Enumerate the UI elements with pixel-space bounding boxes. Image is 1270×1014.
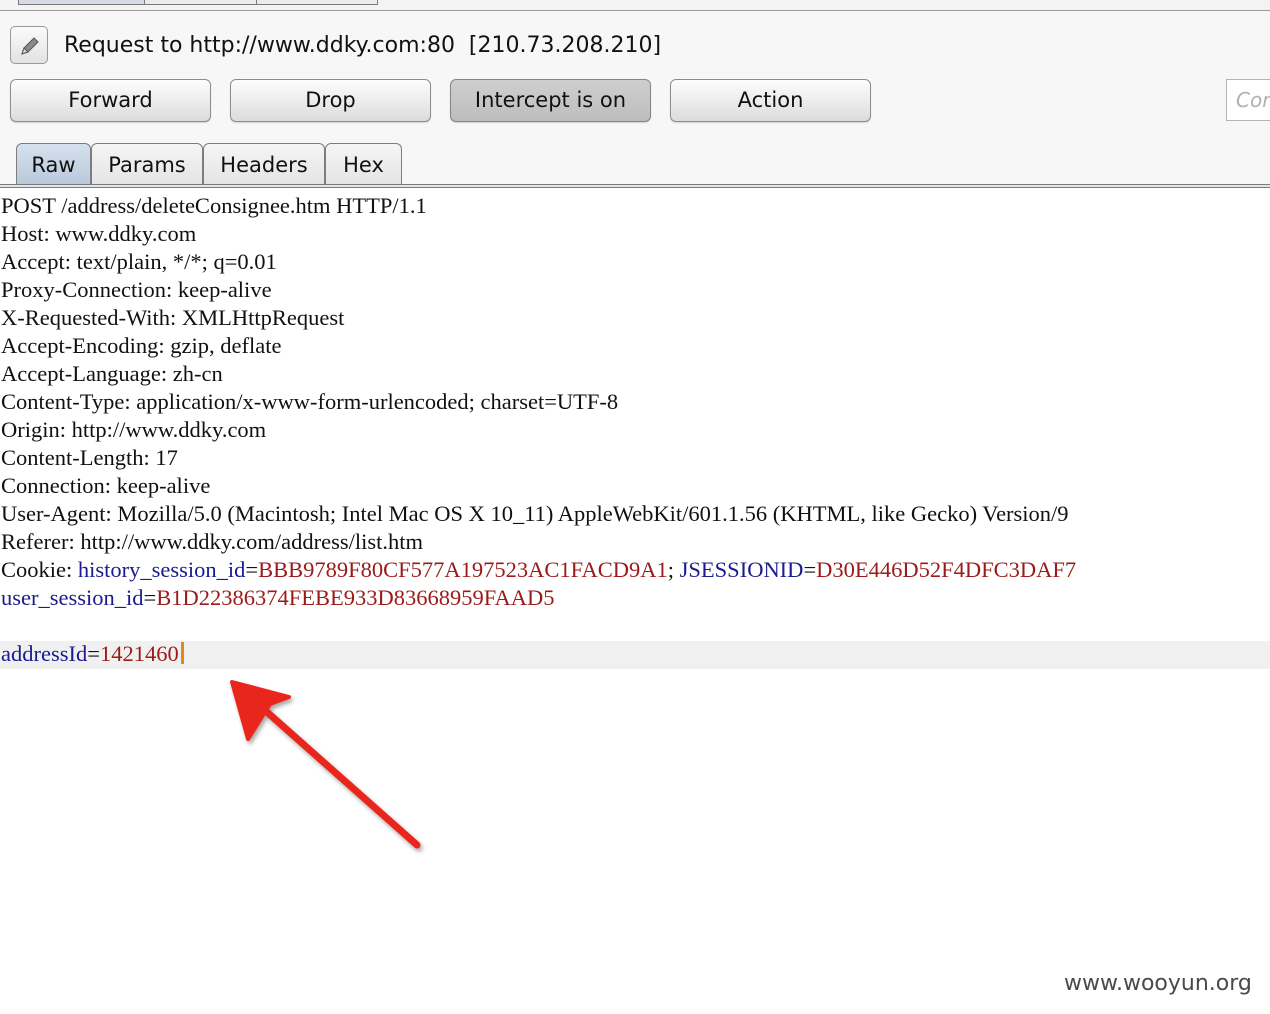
pencil-icon — [21, 37, 39, 55]
cookie-value-history-session-id: BBB9789F80CF577A197523AC1FACD9A1 — [258, 557, 668, 582]
request-line: POST /address/deleteConsignee.htm HTTP/1… — [1, 193, 427, 218]
cookie-label: Cookie: — [1, 557, 78, 582]
body-param-key: addressId — [1, 641, 88, 666]
top-tab-history[interactable] — [144, 0, 258, 5]
tab-raw[interactable]: Raw — [16, 143, 91, 185]
header-referer: Referer: http://www.ddky.com/address/lis… — [1, 529, 424, 554]
cookie-key-jsessionid: JSESSIONID — [679, 557, 804, 582]
watermark-text: www.wooyun.org — [1064, 971, 1252, 996]
header-host: Host: www.ddky.com — [1, 221, 197, 246]
top-tab-strip — [0, 0, 1270, 11]
edit-request-button[interactable] — [10, 26, 48, 64]
action-button[interactable]: Action — [670, 79, 871, 122]
header-accept: Accept: text/plain, */*; q=0.01 — [1, 249, 277, 274]
cookie-continuation: user_session_id=B1D22386374FEBE933D83668… — [1, 585, 555, 610]
header-accept-encoding: Accept-Encoding: gzip, deflate — [1, 333, 282, 358]
body-param-value: 1421460 — [99, 641, 179, 666]
header-x-requested-with: X-Requested-With: XMLHttpRequest — [1, 305, 345, 330]
header-accept-language: Accept-Language: zh-cn — [1, 361, 223, 386]
header-connection: Connection: keep-alive — [1, 473, 211, 498]
header-cookie: Cookie: history_session_id=BBB9789F80CF5… — [1, 557, 1077, 582]
comment-input[interactable]: Comment this item — [1226, 79, 1270, 121]
raw-request-editor[interactable]: POST /address/deleteConsignee.htm HTTP/1… — [0, 192, 1270, 1014]
cookie-key-history-session-id: history_session_id — [77, 557, 246, 582]
header-content-type: Content-Type: application/x-www-form-url… — [1, 389, 619, 414]
top-tab-options[interactable] — [256, 0, 378, 5]
tab-hex[interactable]: Hex — [325, 143, 402, 185]
tab-divider — [0, 184, 1270, 188]
header-content-length: Content-Length: 17 — [1, 445, 178, 470]
header-proxy-connection: Proxy-Connection: keep-alive — [1, 277, 272, 302]
current-line-highlight — [0, 641, 1270, 669]
text-caret — [180, 642, 184, 664]
request-body-line: addressId=1421460 — [1, 640, 184, 668]
cookie-key-user-session-id: user_session_id — [1, 585, 144, 610]
tab-params[interactable]: Params — [91, 143, 203, 185]
drop-button[interactable]: Drop — [230, 79, 431, 122]
cookie-separator: ; — [667, 557, 680, 582]
header-origin: Origin: http://www.ddky.com — [1, 417, 267, 442]
request-title: Request to http://www.ddky.com:80 [210.7… — [64, 33, 662, 58]
forward-button[interactable]: Forward — [10, 79, 211, 122]
header-user-agent: User-Agent: Mozilla/5.0 (Macintosh; Inte… — [1, 501, 1069, 526]
cookie-value-user-session-id: B1D22386374FEBE933D83668959FAAD5 — [156, 585, 555, 610]
intercept-toggle-button[interactable]: Intercept is on — [450, 79, 651, 122]
cookie-value-jsessionid: D30E446D52F4DFC3DAF7 — [816, 557, 1077, 582]
tab-headers[interactable]: Headers — [203, 143, 325, 185]
top-tab-intercept[interactable] — [18, 0, 146, 5]
